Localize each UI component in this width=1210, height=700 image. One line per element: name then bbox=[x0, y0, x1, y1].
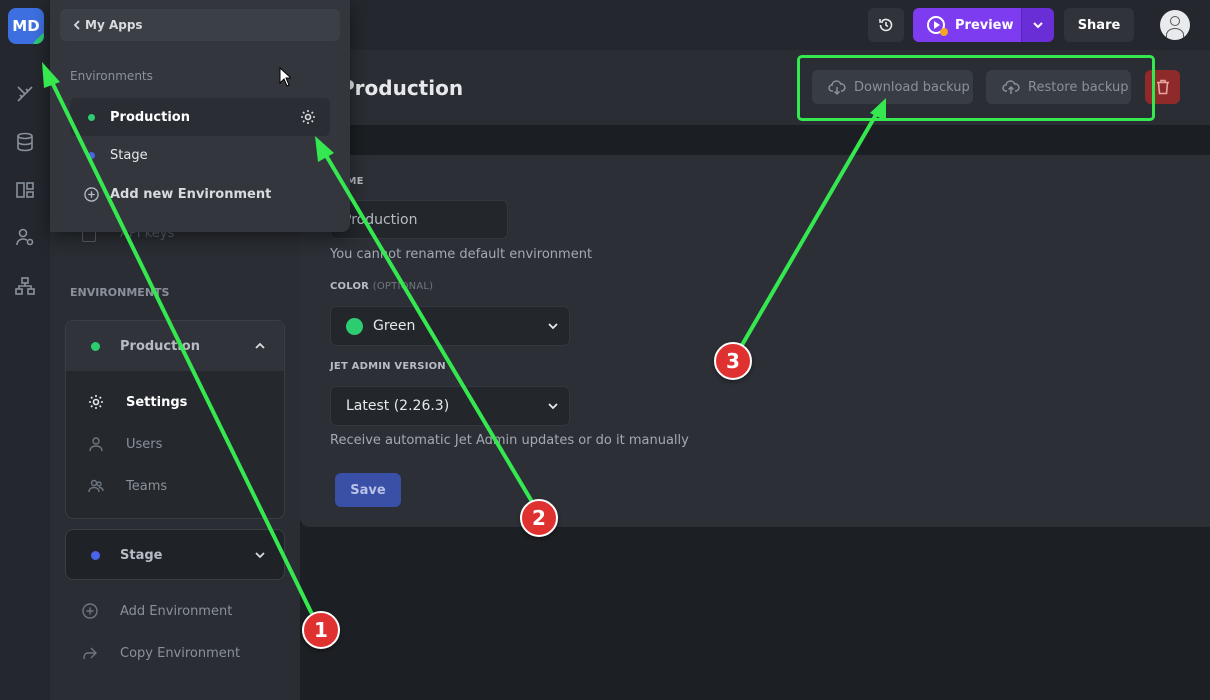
mouse-cursor-icon bbox=[279, 67, 291, 87]
env-card-stage: Stage bbox=[65, 529, 285, 580]
gear-icon[interactable] bbox=[300, 109, 316, 125]
user-icon bbox=[89, 437, 103, 452]
chevron-down-icon bbox=[1033, 22, 1043, 29]
environment-name-input[interactable]: Production bbox=[330, 200, 508, 239]
env-color-dot bbox=[91, 550, 100, 560]
annotation-badge-2: 2 bbox=[520, 499, 558, 537]
color-swatch bbox=[346, 317, 363, 335]
users-settings-icon[interactable] bbox=[15, 227, 35, 247]
chevron-left-icon bbox=[73, 20, 80, 30]
env-color-dot bbox=[88, 113, 95, 121]
color-value: Green bbox=[373, 318, 416, 334]
env-header-production[interactable]: Production bbox=[66, 321, 284, 371]
env-subitem-settings[interactable]: Settings bbox=[66, 382, 284, 422]
env-subitem-users[interactable]: Users bbox=[66, 424, 284, 464]
color-label-text: COLOR bbox=[330, 281, 370, 292]
gear-icon bbox=[89, 395, 103, 409]
environment-name-value: Production bbox=[343, 211, 418, 228]
avatar-body bbox=[1166, 28, 1184, 40]
add-new-environment-button[interactable]: Add new Environment bbox=[84, 187, 271, 202]
version-value: Latest (2.26.3) bbox=[346, 398, 450, 414]
plus-circle-icon bbox=[82, 603, 98, 619]
optional-tag: (OPTIONAL) bbox=[372, 281, 434, 292]
preview-dropdown-button[interactable] bbox=[1021, 8, 1054, 42]
popover-env-stage[interactable]: Stage bbox=[70, 136, 330, 174]
color-field-label: COLOR (OPTIONAL) bbox=[330, 281, 433, 292]
env-subitem-label: Settings bbox=[126, 394, 188, 410]
my-apps-back-button[interactable]: My Apps bbox=[60, 9, 340, 41]
env-color-dot bbox=[88, 151, 95, 159]
version-select[interactable]: Latest (2.26.3) bbox=[330, 386, 570, 426]
env-header-stage[interactable]: Stage bbox=[66, 530, 284, 580]
add-environment-button[interactable]: Add Environment bbox=[82, 603, 232, 619]
popover-section-label: Environments bbox=[70, 69, 153, 83]
version-field-label: JET ADMIN VERSION bbox=[330, 361, 446, 372]
page-title: Production bbox=[340, 76, 464, 100]
environments-section-label: ENVIRONMENTS bbox=[70, 286, 170, 299]
app-logo[interactable]: MD bbox=[8, 8, 44, 44]
history-button[interactable] bbox=[868, 8, 904, 42]
env-color-dot bbox=[91, 341, 100, 351]
popover-env-production[interactable]: Production bbox=[70, 98, 330, 136]
ruler-pencil-icon[interactable] bbox=[15, 84, 35, 104]
chevron-up-icon[interactable] bbox=[254, 340, 266, 352]
team-icon bbox=[88, 479, 104, 493]
trash-icon bbox=[1156, 79, 1169, 95]
chevron-down-icon bbox=[548, 323, 558, 330]
app-logo-text: MD bbox=[12, 17, 40, 35]
annotation-highlight-box bbox=[797, 55, 1155, 121]
popover-env-label: Production bbox=[110, 109, 190, 125]
env-subitem-label: Teams bbox=[126, 478, 168, 494]
avatar-head bbox=[1170, 16, 1180, 26]
preview-label: Preview bbox=[955, 17, 1014, 33]
chevron-down-icon[interactable] bbox=[254, 549, 266, 561]
plus-circle-icon bbox=[84, 187, 99, 202]
share-button[interactable]: Share bbox=[1064, 8, 1134, 42]
database-icon[interactable] bbox=[15, 132, 35, 152]
header-divider-strip bbox=[300, 125, 1210, 155]
popover-env-label: Stage bbox=[110, 147, 148, 163]
env-label: Production bbox=[120, 338, 200, 354]
copy-environment-button[interactable]: Copy Environment bbox=[82, 645, 240, 661]
color-select[interactable]: Green bbox=[330, 306, 570, 346]
sitemap-icon[interactable] bbox=[15, 276, 35, 296]
share-arrow-icon bbox=[83, 647, 97, 660]
my-apps-label: My Apps bbox=[85, 18, 143, 32]
name-help-text: You cannot rename default environment bbox=[330, 247, 593, 262]
add-new-environment-label: Add new Environment bbox=[110, 187, 272, 202]
history-icon bbox=[879, 18, 893, 32]
env-card-production: Production Settings Users Teams bbox=[65, 320, 285, 519]
add-environment-label: Add Environment bbox=[120, 603, 233, 619]
version-help-text: Receive automatic Jet Admin updates or d… bbox=[330, 433, 689, 448]
chevron-down-icon bbox=[548, 403, 558, 410]
copy-environment-label: Copy Environment bbox=[120, 645, 241, 661]
save-button[interactable]: Save bbox=[335, 473, 401, 507]
env-subitem-teams[interactable]: Teams bbox=[66, 466, 284, 506]
icon-rail: MD bbox=[0, 0, 50, 700]
preview-status-dot bbox=[940, 28, 948, 36]
env-subitem-label: Users bbox=[126, 436, 163, 452]
env-label: Stage bbox=[120, 547, 163, 563]
annotation-badge-3: 3 bbox=[714, 342, 752, 380]
preview-button[interactable]: Preview bbox=[913, 8, 1021, 42]
layout-grid-icon[interactable] bbox=[15, 180, 35, 200]
avatar[interactable] bbox=[1160, 10, 1190, 40]
annotation-badge-1: 1 bbox=[302, 611, 340, 649]
